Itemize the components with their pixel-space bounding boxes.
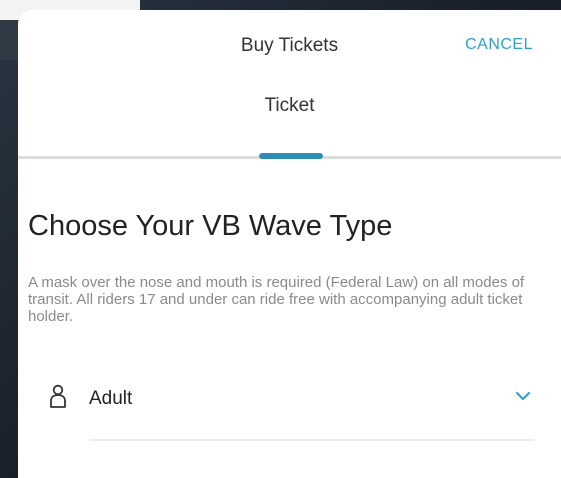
chevron-down-icon (516, 392, 530, 400)
rider-type-select[interactable]: Adult (18, 376, 561, 432)
step-label-ticket: Ticket (264, 95, 315, 116)
rider-row-underline (89, 439, 535, 441)
cancel-button[interactable]: CANCEL (465, 36, 533, 54)
section-heading: Choose Your VB Wave Type (28, 210, 393, 242)
step-indicator (259, 153, 323, 159)
buy-tickets-sheet: Buy Tickets CANCEL Ticket Choose Your VB… (18, 10, 561, 478)
background-window-strip (0, 20, 20, 60)
rider-type-value: Adult (89, 388, 133, 409)
person-icon (50, 384, 66, 408)
mask-notice: A mask over the nose and mouth is requir… (28, 274, 525, 325)
